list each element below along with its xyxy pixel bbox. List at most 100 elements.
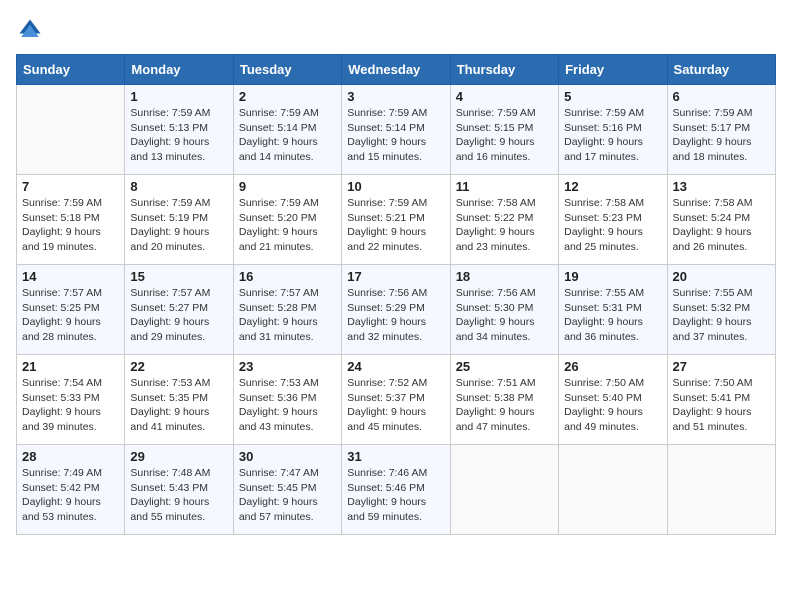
- calendar-week-row: 21 Sunrise: 7:54 AMSunset: 5:33 PMDaylig…: [17, 355, 776, 445]
- day-number: 19: [564, 269, 661, 284]
- day-info: Sunrise: 7:59 AMSunset: 5:14 PMDaylight:…: [347, 106, 444, 165]
- day-info: Sunrise: 7:55 AMSunset: 5:31 PMDaylight:…: [564, 286, 661, 345]
- day-number: 10: [347, 179, 444, 194]
- header-day-monday: Monday: [125, 55, 233, 85]
- day-info: Sunrise: 7:53 AMSunset: 5:36 PMDaylight:…: [239, 376, 336, 435]
- calendar-cell: 13 Sunrise: 7:58 AMSunset: 5:24 PMDaylig…: [667, 175, 775, 265]
- calendar-cell: 8 Sunrise: 7:59 AMSunset: 5:19 PMDayligh…: [125, 175, 233, 265]
- calendar-cell: 16 Sunrise: 7:57 AMSunset: 5:28 PMDaylig…: [233, 265, 341, 355]
- day-number: 17: [347, 269, 444, 284]
- day-number: 11: [456, 179, 553, 194]
- day-number: 4: [456, 89, 553, 104]
- calendar-cell: 30 Sunrise: 7:47 AMSunset: 5:45 PMDaylig…: [233, 445, 341, 535]
- calendar-cell: 19 Sunrise: 7:55 AMSunset: 5:31 PMDaylig…: [559, 265, 667, 355]
- day-number: 26: [564, 359, 661, 374]
- calendar-cell: 10 Sunrise: 7:59 AMSunset: 5:21 PMDaylig…: [342, 175, 450, 265]
- day-info: Sunrise: 7:49 AMSunset: 5:42 PMDaylight:…: [22, 466, 119, 525]
- day-info: Sunrise: 7:50 AMSunset: 5:40 PMDaylight:…: [564, 376, 661, 435]
- calendar-cell: 23 Sunrise: 7:53 AMSunset: 5:36 PMDaylig…: [233, 355, 341, 445]
- day-info: Sunrise: 7:57 AMSunset: 5:25 PMDaylight:…: [22, 286, 119, 345]
- day-number: 3: [347, 89, 444, 104]
- day-number: 22: [130, 359, 227, 374]
- day-info: Sunrise: 7:50 AMSunset: 5:41 PMDaylight:…: [673, 376, 770, 435]
- calendar-cell: 7 Sunrise: 7:59 AMSunset: 5:18 PMDayligh…: [17, 175, 125, 265]
- header-day-wednesday: Wednesday: [342, 55, 450, 85]
- day-number: 18: [456, 269, 553, 284]
- day-info: Sunrise: 7:59 AMSunset: 5:15 PMDaylight:…: [456, 106, 553, 165]
- day-number: 25: [456, 359, 553, 374]
- day-number: 8: [130, 179, 227, 194]
- day-number: 1: [130, 89, 227, 104]
- day-number: 23: [239, 359, 336, 374]
- calendar-cell: 2 Sunrise: 7:59 AMSunset: 5:14 PMDayligh…: [233, 85, 341, 175]
- calendar-week-row: 7 Sunrise: 7:59 AMSunset: 5:18 PMDayligh…: [17, 175, 776, 265]
- day-info: Sunrise: 7:56 AMSunset: 5:30 PMDaylight:…: [456, 286, 553, 345]
- calendar-table: SundayMondayTuesdayWednesdayThursdayFrid…: [16, 54, 776, 535]
- day-info: Sunrise: 7:46 AMSunset: 5:46 PMDaylight:…: [347, 466, 444, 525]
- calendar-cell: 5 Sunrise: 7:59 AMSunset: 5:16 PMDayligh…: [559, 85, 667, 175]
- header-day-friday: Friday: [559, 55, 667, 85]
- day-number: 24: [347, 359, 444, 374]
- calendar-cell: 21 Sunrise: 7:54 AMSunset: 5:33 PMDaylig…: [17, 355, 125, 445]
- header-day-thursday: Thursday: [450, 55, 558, 85]
- calendar-cell: 15 Sunrise: 7:57 AMSunset: 5:27 PMDaylig…: [125, 265, 233, 355]
- logo: [16, 16, 48, 44]
- day-info: Sunrise: 7:58 AMSunset: 5:24 PMDaylight:…: [673, 196, 770, 255]
- calendar-cell: 28 Sunrise: 7:49 AMSunset: 5:42 PMDaylig…: [17, 445, 125, 535]
- day-info: Sunrise: 7:59 AMSunset: 5:21 PMDaylight:…: [347, 196, 444, 255]
- calendar-header-row: SundayMondayTuesdayWednesdayThursdayFrid…: [17, 55, 776, 85]
- calendar-cell: 18 Sunrise: 7:56 AMSunset: 5:30 PMDaylig…: [450, 265, 558, 355]
- calendar-week-row: 14 Sunrise: 7:57 AMSunset: 5:25 PMDaylig…: [17, 265, 776, 355]
- day-number: 6: [673, 89, 770, 104]
- day-info: Sunrise: 7:47 AMSunset: 5:45 PMDaylight:…: [239, 466, 336, 525]
- day-number: 28: [22, 449, 119, 464]
- day-number: 2: [239, 89, 336, 104]
- calendar-week-row: 28 Sunrise: 7:49 AMSunset: 5:42 PMDaylig…: [17, 445, 776, 535]
- day-info: Sunrise: 7:59 AMSunset: 5:13 PMDaylight:…: [130, 106, 227, 165]
- logo-icon: [16, 16, 44, 44]
- header-day-tuesday: Tuesday: [233, 55, 341, 85]
- day-info: Sunrise: 7:59 AMSunset: 5:17 PMDaylight:…: [673, 106, 770, 165]
- day-number: 21: [22, 359, 119, 374]
- calendar-cell: 29 Sunrise: 7:48 AMSunset: 5:43 PMDaylig…: [125, 445, 233, 535]
- day-number: 15: [130, 269, 227, 284]
- day-number: 29: [130, 449, 227, 464]
- calendar-cell: 26 Sunrise: 7:50 AMSunset: 5:40 PMDaylig…: [559, 355, 667, 445]
- day-number: 16: [239, 269, 336, 284]
- day-number: 20: [673, 269, 770, 284]
- day-info: Sunrise: 7:48 AMSunset: 5:43 PMDaylight:…: [130, 466, 227, 525]
- calendar-cell: [559, 445, 667, 535]
- calendar-cell: 20 Sunrise: 7:55 AMSunset: 5:32 PMDaylig…: [667, 265, 775, 355]
- day-info: Sunrise: 7:59 AMSunset: 5:20 PMDaylight:…: [239, 196, 336, 255]
- day-info: Sunrise: 7:59 AMSunset: 5:19 PMDaylight:…: [130, 196, 227, 255]
- calendar-cell: 12 Sunrise: 7:58 AMSunset: 5:23 PMDaylig…: [559, 175, 667, 265]
- calendar-cell: 3 Sunrise: 7:59 AMSunset: 5:14 PMDayligh…: [342, 85, 450, 175]
- calendar-cell: 4 Sunrise: 7:59 AMSunset: 5:15 PMDayligh…: [450, 85, 558, 175]
- day-info: Sunrise: 7:55 AMSunset: 5:32 PMDaylight:…: [673, 286, 770, 345]
- day-info: Sunrise: 7:54 AMSunset: 5:33 PMDaylight:…: [22, 376, 119, 435]
- day-info: Sunrise: 7:52 AMSunset: 5:37 PMDaylight:…: [347, 376, 444, 435]
- calendar-cell: [17, 85, 125, 175]
- day-info: Sunrise: 7:58 AMSunset: 5:22 PMDaylight:…: [456, 196, 553, 255]
- day-number: 5: [564, 89, 661, 104]
- day-number: 7: [22, 179, 119, 194]
- header-day-sunday: Sunday: [17, 55, 125, 85]
- day-info: Sunrise: 7:59 AMSunset: 5:14 PMDaylight:…: [239, 106, 336, 165]
- day-number: 13: [673, 179, 770, 194]
- calendar-cell: 25 Sunrise: 7:51 AMSunset: 5:38 PMDaylig…: [450, 355, 558, 445]
- calendar-cell: 14 Sunrise: 7:57 AMSunset: 5:25 PMDaylig…: [17, 265, 125, 355]
- day-info: Sunrise: 7:59 AMSunset: 5:16 PMDaylight:…: [564, 106, 661, 165]
- day-info: Sunrise: 7:53 AMSunset: 5:35 PMDaylight:…: [130, 376, 227, 435]
- calendar-cell: 6 Sunrise: 7:59 AMSunset: 5:17 PMDayligh…: [667, 85, 775, 175]
- day-number: 14: [22, 269, 119, 284]
- calendar-cell: 17 Sunrise: 7:56 AMSunset: 5:29 PMDaylig…: [342, 265, 450, 355]
- day-number: 27: [673, 359, 770, 374]
- calendar-cell: [667, 445, 775, 535]
- calendar-cell: 31 Sunrise: 7:46 AMSunset: 5:46 PMDaylig…: [342, 445, 450, 535]
- header-day-saturday: Saturday: [667, 55, 775, 85]
- day-number: 31: [347, 449, 444, 464]
- day-info: Sunrise: 7:51 AMSunset: 5:38 PMDaylight:…: [456, 376, 553, 435]
- calendar-week-row: 1 Sunrise: 7:59 AMSunset: 5:13 PMDayligh…: [17, 85, 776, 175]
- day-info: Sunrise: 7:56 AMSunset: 5:29 PMDaylight:…: [347, 286, 444, 345]
- day-info: Sunrise: 7:59 AMSunset: 5:18 PMDaylight:…: [22, 196, 119, 255]
